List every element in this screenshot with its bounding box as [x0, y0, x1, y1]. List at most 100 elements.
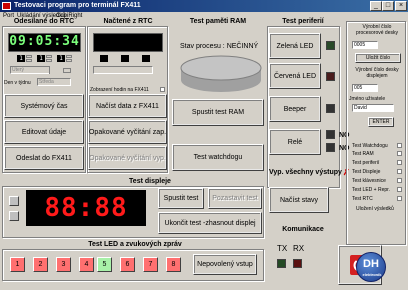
check-display[interactable]	[397, 169, 402, 174]
check-ram[interactable]	[397, 151, 402, 156]
beeper-indicator	[326, 104, 335, 113]
led-button-6[interactable]: 6	[120, 257, 135, 272]
spin-up-3[interactable]	[66, 55, 72, 58]
serial-display-field[interactable]: 005	[352, 84, 378, 92]
app-icon	[2, 2, 11, 10]
rtc-load-box-2	[121, 55, 129, 62]
rtc-load-date-field	[93, 66, 153, 74]
load-from-fx411-button[interactable]: Načíst data z FX411	[88, 94, 167, 118]
start-ram-test-button[interactable]: Spustit test RAM	[172, 99, 264, 126]
ram-title: Test paměti RAM	[189, 18, 247, 25]
red-led-button[interactable]: Červená LED	[269, 63, 321, 89]
rx-indicator	[293, 259, 302, 268]
display-test-title: Test displeje	[129, 178, 171, 185]
display-key-2[interactable]	[9, 211, 19, 221]
rtc-send-clock: 09:05:34	[8, 33, 81, 52]
date-combo-value: Úterý	[12, 67, 24, 73]
led-button-5[interactable]: 5	[97, 257, 112, 272]
check-periph[interactable]	[397, 160, 402, 165]
disallowed-input-button[interactable]: Nepovolený vstup	[193, 254, 257, 275]
check-periph-label: Test periferií	[352, 160, 380, 166]
start-display-test-button[interactable]: Spustit test	[158, 188, 204, 209]
led-button-8[interactable]: 8	[166, 257, 181, 272]
check-keyboard[interactable]	[397, 178, 402, 183]
serial-cpu-field[interactable]: 0005	[352, 41, 378, 49]
green-led-indicator	[326, 41, 335, 50]
repeat-read-on-button[interactable]: Opakované vyčítání zap.	[88, 120, 167, 144]
window-title: Testovaci program pro terminál FX411	[14, 2, 141, 9]
led-button-4[interactable]: 4	[79, 257, 94, 272]
serial-display-label: Výrobní číslo desky displejem	[355, 67, 399, 79]
display-clock-checkbox[interactable]	[160, 87, 165, 92]
system-time-button[interactable]: Systémový čas	[4, 94, 84, 118]
logo-subtext: elektronik	[362, 272, 382, 277]
display-clock-label: Zobrazení hodin na FX411	[90, 87, 149, 93]
red-led-indicator	[326, 72, 335, 81]
rtc-box-3: 1	[57, 55, 65, 62]
process-status: Stav procesu : NEČINNÝ	[180, 43, 259, 50]
check-led-label: Test LED + Repr.	[352, 187, 390, 193]
send-to-fx411-button[interactable]: Odeslat do FX411	[4, 146, 84, 170]
rtc-send-title: Odesílané do RTC	[13, 18, 75, 25]
spin-up-2[interactable]	[46, 55, 52, 58]
spin-down-1[interactable]	[26, 59, 32, 62]
serial-cpu-label: Výrobní číslo procesorové desky	[356, 24, 398, 36]
watchdog-test-button[interactable]: Test watchdogu	[172, 144, 264, 171]
rtc-load-box-3	[142, 55, 150, 62]
led-button-1[interactable]: 1	[10, 257, 25, 272]
check-watchdog[interactable]	[397, 143, 402, 148]
date-combo-arrow-icon[interactable]	[49, 66, 56, 74]
check-display-label: Test Displeje	[352, 169, 381, 175]
save-results-label[interactable]: Uložení výsledků	[356, 206, 394, 212]
check-rtc-label: Test RTC	[352, 196, 373, 202]
spin-up-1[interactable]	[26, 55, 32, 58]
minimize-button[interactable]: _	[370, 1, 382, 11]
seven-segment-display: 88:88	[26, 190, 146, 226]
ram-disk-graphic	[180, 55, 262, 92]
led-button-3[interactable]: 3	[56, 257, 71, 272]
date-spin[interactable]	[63, 68, 71, 73]
all-outputs-off-label[interactable]: Vyp. všechny výstupy	[269, 169, 342, 176]
enter-button[interactable]: ENTER	[368, 117, 394, 127]
pause-display-test-button[interactable]: Pozastavit test	[208, 188, 262, 209]
rtc-box-2: 1	[37, 55, 45, 62]
relay-indicator-2	[326, 143, 335, 152]
display-key-1[interactable]	[9, 196, 19, 206]
check-led[interactable]	[397, 187, 402, 192]
close-button[interactable]: ×	[395, 1, 407, 11]
rtc-load-clock	[93, 33, 163, 52]
led-test-title: Test LED a zvukových zpráv	[88, 241, 182, 248]
week-combo[interactable]: Středa	[37, 78, 71, 86]
week-combo-value: Středa	[39, 79, 54, 85]
tx-indicator	[277, 259, 286, 268]
title-bar: Testovaci program pro terminál FX411 _ □…	[0, 0, 408, 12]
end-display-test-button[interactable]: Ukončit test -zhasnout displej	[158, 212, 262, 234]
user-name-label: Jméno uživatele	[349, 96, 386, 102]
rtc-load-title: Načtené z RTC	[103, 18, 153, 25]
check-keyboard-label: Test klávesnice	[352, 178, 386, 184]
read-states-button[interactable]: Načíst stavy	[269, 187, 329, 213]
rtc-box-1: 1	[17, 55, 25, 62]
green-led-button[interactable]: Zelená LED	[269, 33, 321, 59]
logo-text: DH	[363, 258, 379, 270]
led-button-7[interactable]: 7	[143, 257, 158, 272]
maximize-button[interactable]: □	[382, 1, 394, 11]
check-rtc[interactable]	[397, 196, 402, 201]
repeat-read-off-button[interactable]: Opakované vyčítání vyp.	[88, 146, 167, 170]
rx-label: RX	[293, 244, 305, 253]
rtc-load-box-1	[100, 55, 108, 62]
periph-title: Test periferií	[282, 18, 324, 25]
relay-indicator-1	[326, 130, 335, 139]
comm-title: Komunikace	[282, 226, 324, 233]
dh-logo: DH elektronik	[356, 252, 386, 282]
edit-data-button[interactable]: Editovat údaje	[4, 120, 84, 144]
user-name-field[interactable]: David	[352, 104, 394, 112]
tx-label: TX	[277, 244, 288, 253]
save-serial-button[interactable]: Uložit číslo	[355, 53, 401, 63]
beeper-button[interactable]: Beeper	[269, 96, 321, 122]
check-watchdog-label: Test Watchdogu	[352, 143, 388, 149]
led-button-2[interactable]: 2	[33, 257, 48, 272]
spin-down-3[interactable]	[66, 59, 72, 62]
spin-down-2[interactable]	[46, 59, 52, 62]
relay-button[interactable]: Relé	[269, 129, 321, 155]
